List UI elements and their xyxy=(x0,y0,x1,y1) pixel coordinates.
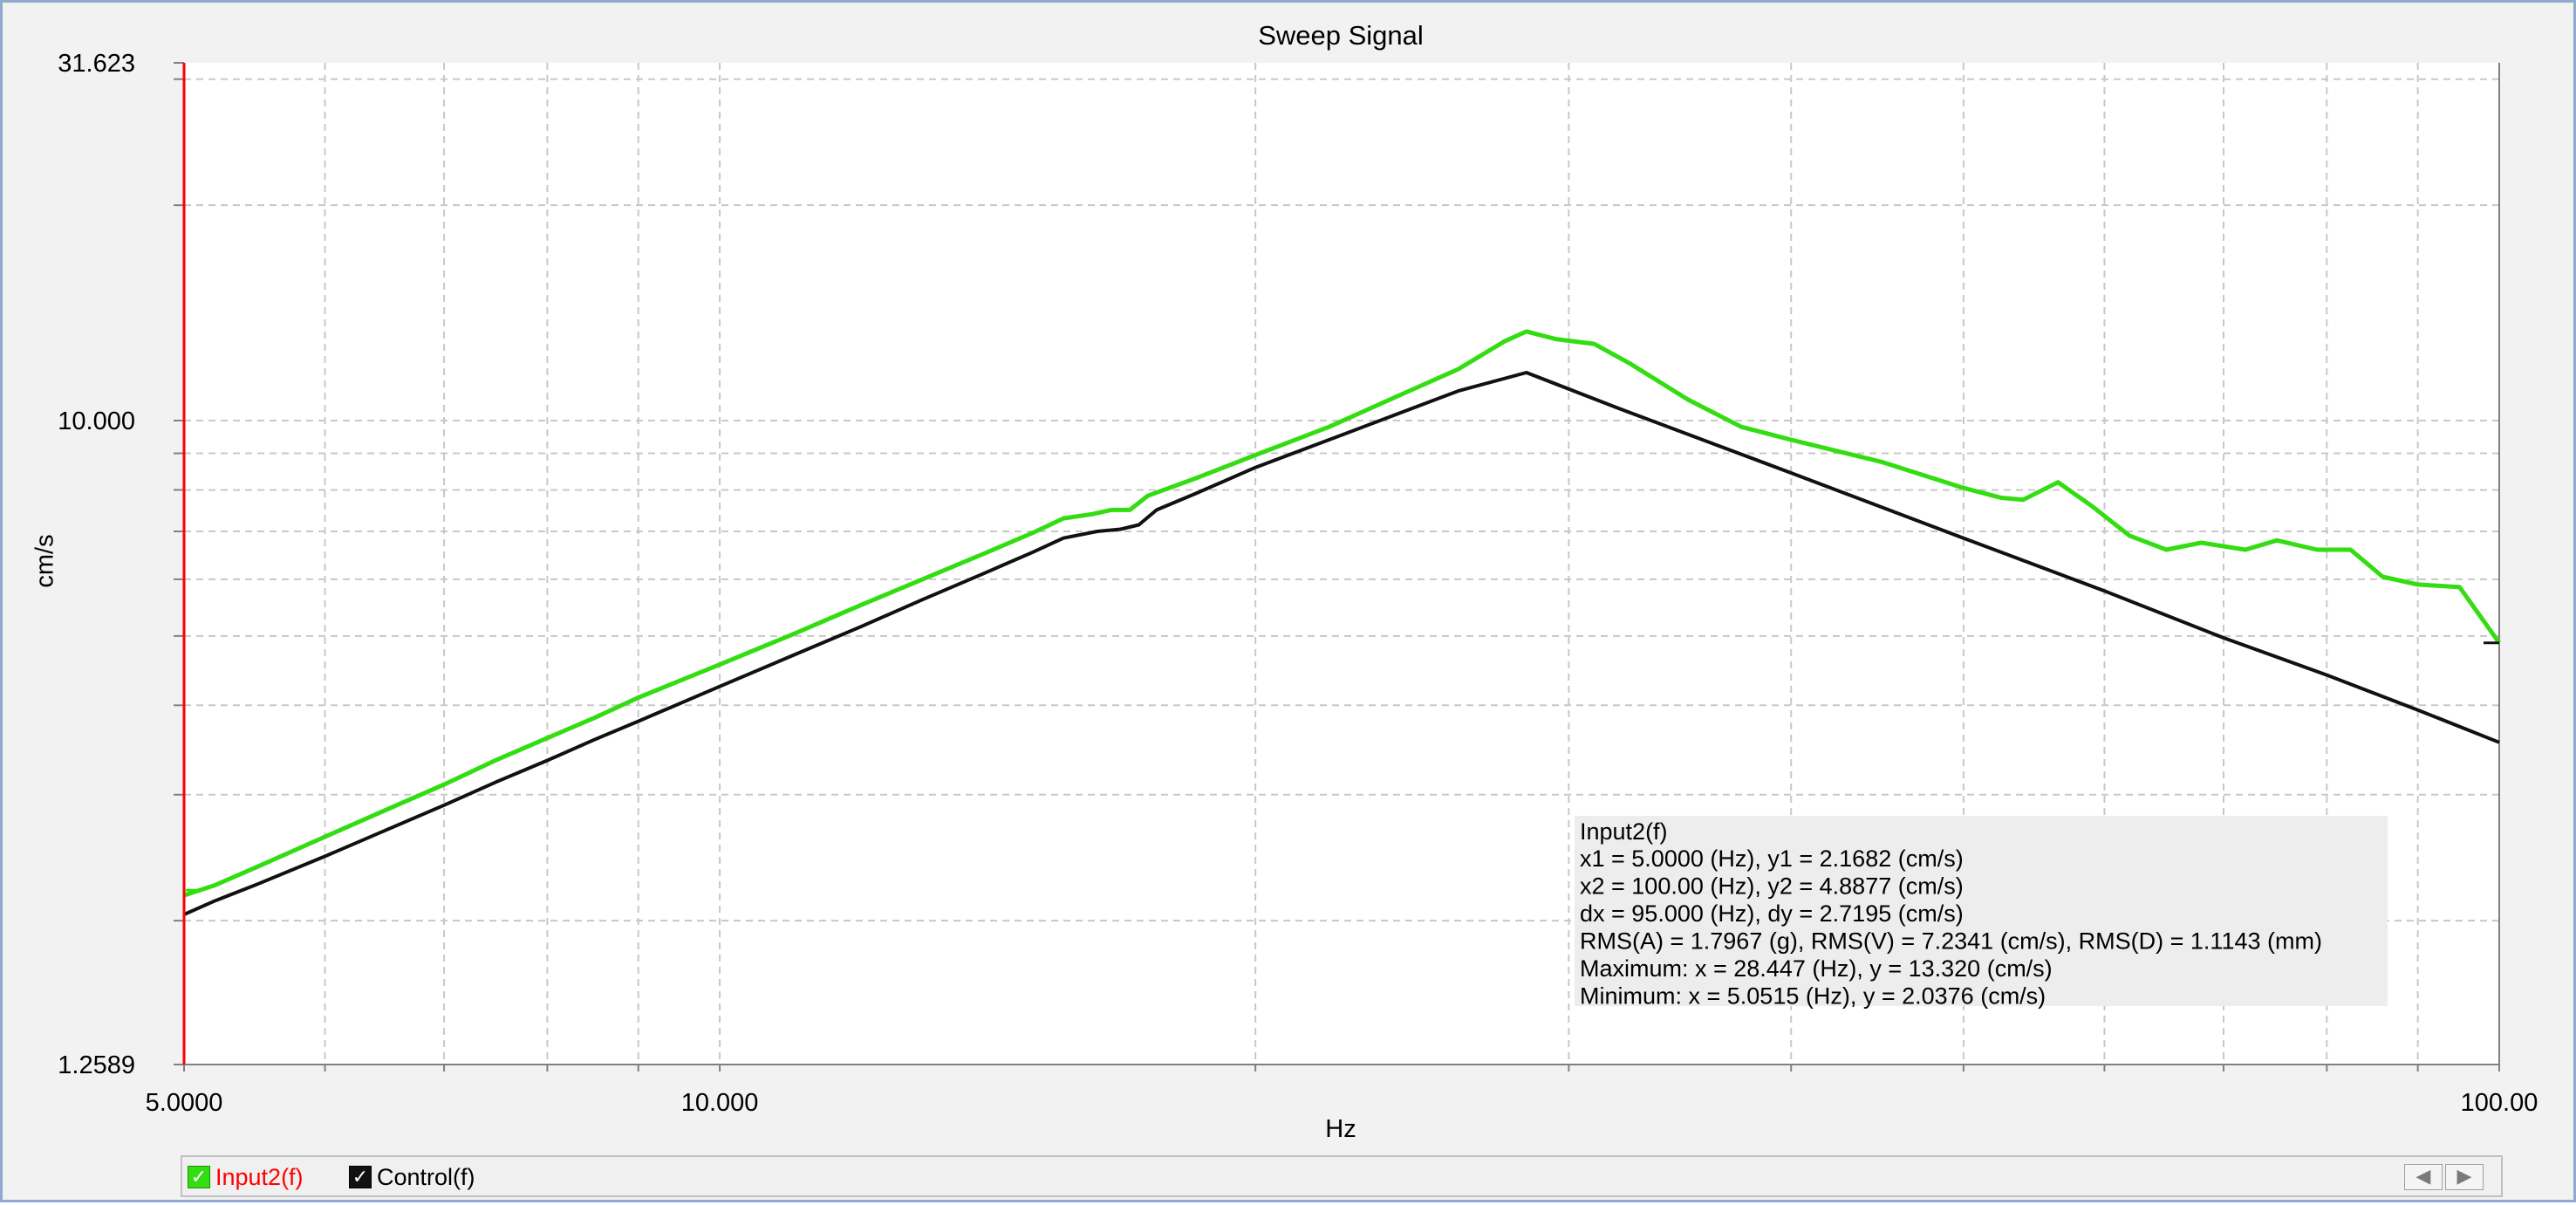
legend-item-control[interactable]: ✓ Control(f) xyxy=(349,1163,475,1191)
legend-label-control: Control(f) xyxy=(377,1163,475,1190)
y-tick-label: 10.000 xyxy=(58,407,135,435)
chart-window: Sweep Signal 5.0000 10.000 100.00 31.623 10.0… xyxy=(0,0,2576,1202)
annotation-line: Maximum: x = 28.447 (Hz), y = 13.320 (cm… xyxy=(1580,955,2053,982)
scroll-right-button[interactable]: ▶ xyxy=(2445,1164,2484,1190)
sweep-signal-chart: Sweep Signal 5.0000 10.000 100.00 31.623 10.0… xyxy=(31,20,2538,1197)
chart-title: Sweep Signal xyxy=(1258,20,1424,51)
scroll-left-button[interactable]: ◀ xyxy=(2404,1164,2443,1190)
legend-checkbox-control[interactable]: ✓ xyxy=(349,1166,372,1188)
y-tick-label: 31.623 xyxy=(58,50,135,78)
y-tick-label: 1.2589 xyxy=(58,1051,135,1079)
y-axis-label: cm/s xyxy=(31,534,59,587)
legend-label-input2: Input2(f) xyxy=(215,1163,304,1190)
legend-item-input2[interactable]: ✓ Input2(f) xyxy=(188,1163,304,1191)
annotation-line: x2 = 100.00 (Hz), y2 = 4.8877 (cm/s) xyxy=(1580,873,1964,900)
arrow-left-icon: ◀ xyxy=(2415,1166,2431,1188)
x-tick-label: 10.000 xyxy=(681,1089,759,1117)
x-tick-label: 5.0000 xyxy=(146,1089,223,1117)
annotation-line: RMS(A) = 1.7967 (g), RMS(V) = 7.2341 (cm… xyxy=(1580,928,2322,955)
legend-checkbox-input2[interactable]: ✓ xyxy=(188,1166,210,1188)
arrow-right-icon: ▶ xyxy=(2456,1166,2472,1188)
legend-bar xyxy=(181,1155,2503,1197)
x-tick-label: 100.00 xyxy=(2461,1089,2538,1117)
annotation-title: Input2(f) xyxy=(1580,818,1668,845)
x-axis-label: Hz xyxy=(1325,1115,1356,1143)
annotation-line: Minimum: x = 5.0515 (Hz), y = 2.0376 (cm… xyxy=(1580,983,2046,1010)
annotation-line: x1 = 5.0000 (Hz), y1 = 2.1682 (cm/s) xyxy=(1580,846,1964,872)
annotation-line: dx = 95.000 (Hz), dy = 2.7195 (cm/s) xyxy=(1580,900,1964,927)
